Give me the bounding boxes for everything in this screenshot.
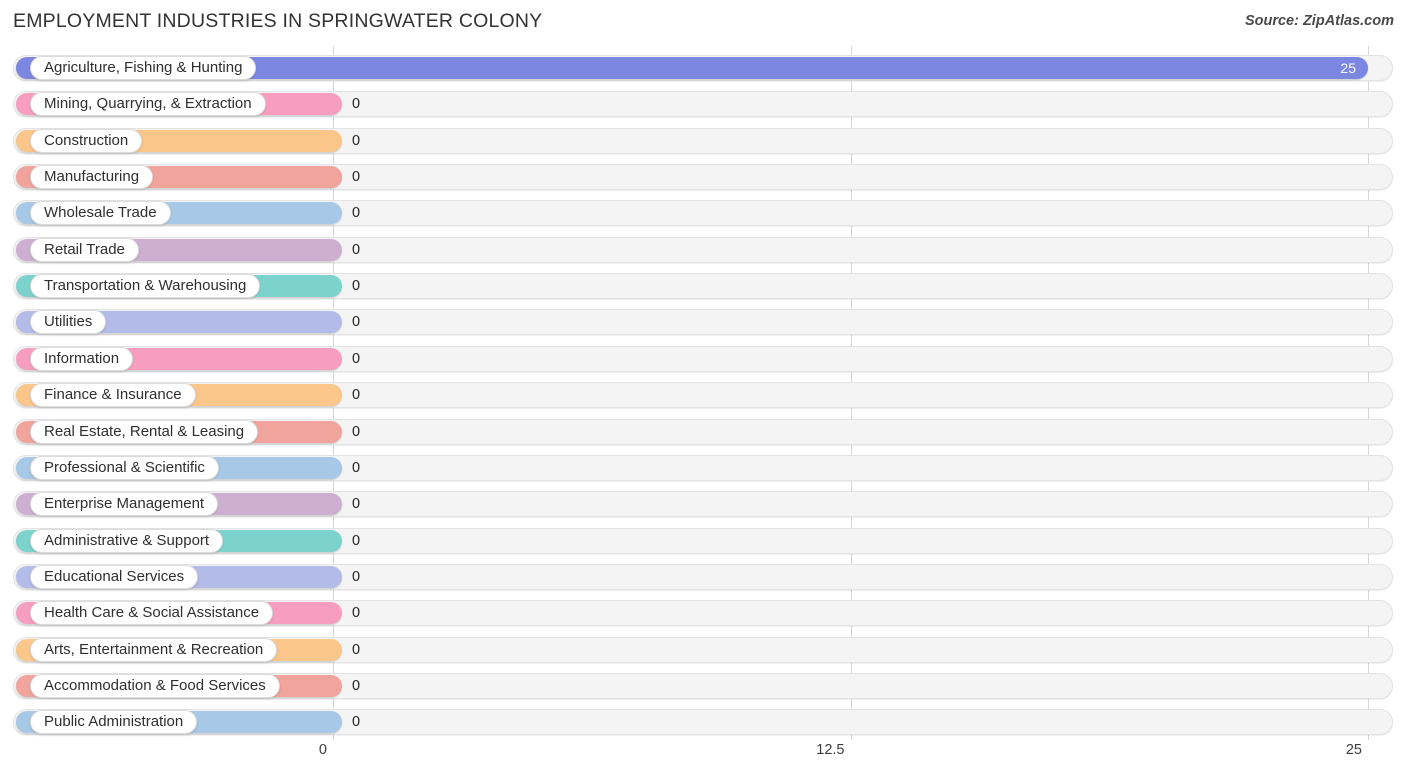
category-label: Health Care & Social Assistance [30,601,274,626]
bar-value-label: 0 [352,677,361,694]
category-label: Educational Services [30,564,199,589]
category-label: Wholesale Trade [30,201,171,226]
chart-row: 0 Accommodation & Food Services [0,670,1406,702]
source-attribution: Source: ZipAtlas.com [1244,13,1394,29]
category-label: Retail Trade [30,237,139,262]
bar-value-label: 0 [352,532,361,549]
chart-row: 0 Wholesale Trade [0,197,1406,229]
chart-row: 0 Retail Trade [0,234,1406,266]
bar-value-label: 0 [352,568,361,585]
chart-row: 0 Transportation & Warehousing [0,270,1406,302]
chart-row: 0 Information [0,343,1406,375]
bar-value-label: 0 [352,641,361,658]
chart-row: 0 Arts, Entertainment & Recreation [0,634,1406,666]
category-label: Public Administration [30,710,198,735]
chart-row: 0 Finance & Insurance [0,379,1406,411]
bar-value-label: 0 [352,350,361,367]
bar-value-label: 0 [352,314,361,331]
chart-row: 25 Agriculture, Fishing & Hunting [0,52,1406,84]
category-label: Construction [30,128,143,153]
bar-value-label: 0 [352,423,361,440]
bar-value-label: 0 [352,459,361,476]
chart-row: 0 Educational Services [0,561,1406,593]
chart-plot-area: 25 Agriculture, Fishing & Hunting 0 Mining,… [0,46,1406,740]
category-label: Arts, Entertainment & Recreation [30,637,278,662]
chart-row: 0 Construction [0,125,1406,157]
bar-value-label: 0 [352,132,361,149]
chart-row: 0 Professional & Scientific [0,452,1406,484]
chart-row: 0 Utilities [0,306,1406,338]
category-label: Mining, Quarrying, & Extraction [30,92,266,117]
bar-value-label: 0 [352,241,361,258]
bar-value-label: 0 [352,387,361,404]
category-label: Agriculture, Fishing & Hunting [30,56,257,80]
category-label: Accommodation & Food Services [30,673,280,698]
category-label: Manufacturing [30,165,154,190]
x-axis-tick-label: 25 [1345,742,1362,758]
bar-value-label: 25 [1340,60,1356,76]
chart-header: EMPLOYMENT INDUSTRIES IN SPRINGWATER COL… [0,0,1406,46]
chart-row: 0 Health Care & Social Assistance [0,597,1406,629]
bar-value-label: 0 [352,605,361,622]
page-title: EMPLOYMENT INDUSTRIES IN SPRINGWATER COL… [13,10,543,32]
category-label: Professional & Scientific [30,455,219,480]
x-axis-tick-label: 0 [318,742,327,758]
category-label: Real Estate, Rental & Leasing [30,419,259,444]
bar-value-label: 0 [352,205,361,222]
category-label: Administrative & Support [30,528,224,553]
x-axis: 0 12.5 25 [0,740,1406,776]
category-label: Transportation & Warehousing [30,274,261,299]
x-axis-tick-label: 12.5 [816,742,845,758]
bar-value-label: 0 [352,714,361,731]
category-label: Enterprise Management [30,492,219,517]
chart-row: 0 Manufacturing [0,161,1406,193]
category-label: Information [30,346,134,371]
chart-row: 0 Real Estate, Rental & Leasing [0,416,1406,448]
bar-value-label: 0 [352,278,361,295]
chart-row: 0 Administrative & Support [0,525,1406,557]
category-label: Utilities [30,310,107,335]
chart-row: 0 Mining, Quarrying, & Extraction [0,88,1406,120]
bar-value-label: 0 [352,169,361,186]
chart-row: 0 Enterprise Management [0,488,1406,520]
chart-row: 0 Public Administration [0,706,1406,738]
bar-value-label: 0 [352,96,361,113]
bar-value-label: 0 [352,496,361,513]
category-label: Finance & Insurance [30,383,196,408]
